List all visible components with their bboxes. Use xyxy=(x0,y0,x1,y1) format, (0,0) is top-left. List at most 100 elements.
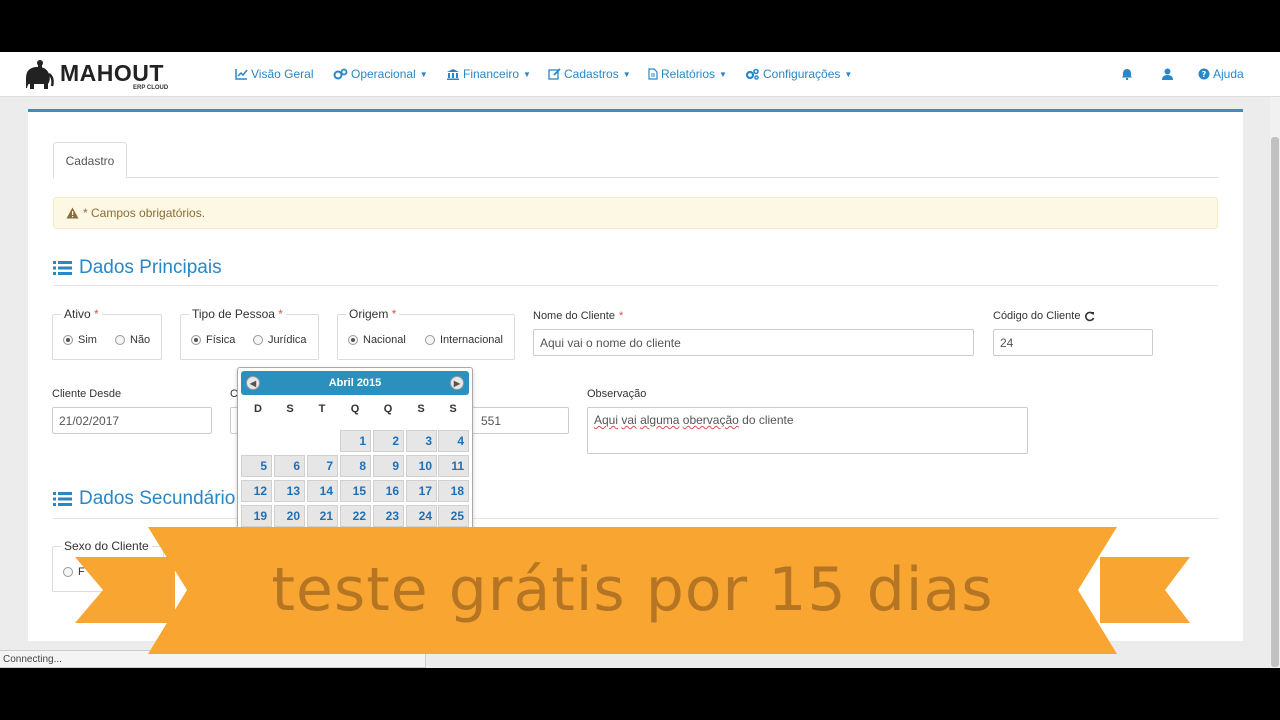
bell-icon xyxy=(1122,69,1132,80)
origem-internacional-radio[interactable]: Internacional xyxy=(425,334,503,346)
observacao-label: Observação xyxy=(587,388,647,400)
nav-label: Financeiro xyxy=(463,67,520,81)
calendar-day[interactable]: 5 xyxy=(241,455,272,477)
calendar-days-grid: 1 2 3 4 5 6 7 8 9 10 11 12 13 14 15 16 17 18 19 20 21 22 23 24 2… xyxy=(238,430,472,534)
sexo-legend: Sexo do Cliente xyxy=(61,539,152,553)
calendar-day[interactable]: 1 xyxy=(340,430,371,452)
calendar-day[interactable]: 19 xyxy=(241,505,272,527)
calendar-day[interactable]: 18 xyxy=(438,480,469,502)
tab-cadastro[interactable]: Cadastro xyxy=(53,142,127,178)
nav-configuracoes[interactable]: Configurações ▼ xyxy=(745,66,852,82)
list-icon xyxy=(53,261,72,275)
weekday-label: S xyxy=(417,403,425,415)
browser-status-bar: Connecting... xyxy=(0,650,426,668)
warning-icon xyxy=(66,207,79,219)
calendar-day[interactable]: 13 xyxy=(274,480,305,502)
calendar-day[interactable]: 25 xyxy=(438,505,469,527)
calendar-day[interactable]: 9 xyxy=(373,455,404,477)
nav-label: Configurações xyxy=(763,67,841,81)
nav-relatorios[interactable]: Relatórios ▼ xyxy=(648,66,727,82)
calendar-day[interactable]: 22 xyxy=(340,505,371,527)
calendar-day[interactable]: 8 xyxy=(340,455,371,477)
cliente-desde-label: Cliente Desde xyxy=(52,388,122,400)
user-button[interactable] xyxy=(1162,66,1173,82)
logo[interactable]: MAHOUT ERP CLOUD xyxy=(20,56,180,94)
sexo-group: Sexo do Cliente F Ma xyxy=(52,539,164,592)
codigo-label: Código do Cliente xyxy=(993,310,1095,322)
weekday-label: Q xyxy=(350,403,360,415)
tipo-pessoa-group: Tipo de Pessoa * Física Jurídica xyxy=(180,307,319,360)
calendar-day[interactable]: 4 xyxy=(438,430,469,452)
nav-operacional[interactable]: Operacional ▼ xyxy=(333,66,428,82)
calendar-day[interactable]: 14 xyxy=(307,480,338,502)
weekday-label: Q xyxy=(383,403,393,415)
nav-cadastros[interactable]: Cadastros ▼ xyxy=(548,66,631,82)
sexo-f-radio[interactable]: F xyxy=(63,566,85,578)
ativo-sim-radio[interactable]: Sim xyxy=(63,334,97,346)
calendar-day[interactable]: 24 xyxy=(406,505,437,527)
nav-financeiro[interactable]: Financeiro ▼ xyxy=(446,66,531,82)
scrollbar-thumb[interactable] xyxy=(1271,137,1279,667)
ativo-group: Ativo * Sim Não xyxy=(52,307,162,360)
calendar-day[interactable]: 6 xyxy=(274,455,305,477)
caret-down-icon: ▼ xyxy=(719,69,727,79)
calendar-day[interactable]: 16 xyxy=(373,480,404,502)
calendar-day[interactable]: 20 xyxy=(274,505,305,527)
weekday-label: T xyxy=(318,403,326,415)
prev-month-button[interactable]: ◀ xyxy=(246,376,260,390)
nav-label: Visão Geral xyxy=(251,67,314,81)
elephant-logo-icon xyxy=(26,60,54,89)
calendar-day[interactable]: 7 xyxy=(307,455,338,477)
help-label: Ajuda xyxy=(1213,67,1244,81)
datepicker-title: Abril 2015 xyxy=(328,377,382,389)
help-link[interactable]: ? Ajuda xyxy=(1198,66,1244,82)
question-circle-icon: ? xyxy=(1198,68,1210,80)
section-title-dados-principais: Dados Principais xyxy=(53,257,222,279)
calendar-day[interactable]: 23 xyxy=(373,505,404,527)
section-divider xyxy=(53,518,1218,519)
datepicker-header: ◀ Abril 2015 ▶ xyxy=(241,371,469,395)
calendar-day[interactable]: 12 xyxy=(241,480,272,502)
caret-down-icon: ▼ xyxy=(523,69,531,79)
section-title-dados-secundarios: Dados Secundário xyxy=(53,488,235,510)
next-month-button[interactable]: ▶ xyxy=(450,376,464,390)
tipo-fisica-radio[interactable]: Física xyxy=(191,334,235,346)
cliente-desde-input[interactable]: 21/02/2017 xyxy=(52,407,212,434)
calendar-day[interactable]: 2 xyxy=(373,430,404,452)
user-icon xyxy=(1162,68,1173,80)
list-icon xyxy=(53,492,72,506)
calendar-day[interactable]: 3 xyxy=(406,430,437,452)
brand-name: MAHOUT xyxy=(60,60,164,86)
section-divider xyxy=(53,285,1218,286)
codigo-input[interactable]: 24 xyxy=(993,329,1153,356)
datepicker-popup: ◀ Abril 2015 ▶ D S T Q Q S S 1 2 3 4 5 6 7 8 9 10… xyxy=(237,367,473,535)
file-icon xyxy=(648,68,658,80)
nome-input[interactable]: Aqui vai o nome do cliente xyxy=(533,329,974,356)
section-title-text: Dados Secundário xyxy=(79,488,236,509)
tab-label: Cadastro xyxy=(65,153,115,168)
caret-down-icon: ▼ xyxy=(844,69,853,79)
calendar-day[interactable]: 10 xyxy=(406,455,437,477)
top-navbar: MAHOUT ERP CLOUD Visão Geral Operacional… xyxy=(0,52,1280,97)
calendar-day[interactable]: 17 xyxy=(406,480,437,502)
notifications-button[interactable] xyxy=(1121,66,1133,82)
origem-legend: Origem * xyxy=(346,307,400,321)
origem-group: Origem * Nacional Internacional xyxy=(337,307,515,360)
ativo-nao-radio[interactable]: Não xyxy=(115,334,150,346)
calendar-day[interactable]: 11 xyxy=(438,455,469,477)
weekday-label: S xyxy=(449,403,457,415)
nav-visao-geral[interactable]: Visão Geral xyxy=(235,66,313,82)
edit-icon xyxy=(548,68,561,80)
refresh-icon[interactable] xyxy=(1084,311,1095,322)
promo-banner-text: teste grátis por 15 dias xyxy=(271,555,994,625)
brand-subtitle: ERP CLOUD xyxy=(133,85,169,91)
origem-nacional-radio[interactable]: Nacional xyxy=(348,334,406,346)
tipo-juridica-radio[interactable]: Jurídica xyxy=(253,334,307,346)
calendar-day[interactable]: 15 xyxy=(340,480,371,502)
alert-text: * Campos obrigatórios. xyxy=(83,206,206,220)
ativo-legend: Ativo * xyxy=(61,307,102,321)
cogs-icon xyxy=(333,68,348,80)
calendar-day[interactable]: 21 xyxy=(307,505,338,527)
page-scrollbar[interactable] xyxy=(1270,97,1280,668)
observacao-textarea[interactable]: Aqui vai alguma obervação do cliente xyxy=(587,407,1028,454)
